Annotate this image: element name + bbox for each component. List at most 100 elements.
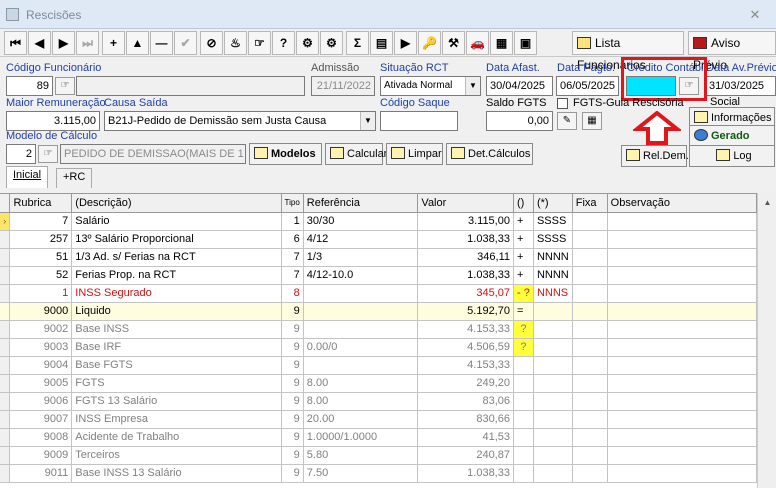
modelo-calculo-input[interactable]: 2 [6,144,36,164]
fixa-cell[interactable] [572,320,608,339]
up-icon[interactable]: ▲ [126,31,149,55]
col-valor[interactable]: Valor [417,194,514,213]
calendar-icon[interactable]: ▦ [490,31,513,55]
valor-cell[interactable]: 346,11 [417,248,514,267]
valor-cell[interactable]: 1.038,33 [417,464,514,483]
chevron-down-icon[interactable]: ▼ [360,112,375,130]
fixa-cell[interactable] [572,212,608,231]
rubrica-cell[interactable]: 52 [9,266,73,285]
table-row[interactable]: 9006 FGTS 13 Salário 9 8.00 83,06 [0,392,757,411]
tab-inicial[interactable]: Inicial [6,166,49,188]
referencia-cell[interactable]: 1.0000/1.0000 [303,428,419,447]
asterisk-cell[interactable] [533,302,573,321]
last-icon[interactable]: ⏭ [76,31,99,55]
rubrica-cell[interactable]: 9003 [9,338,73,357]
fixa-cell[interactable] [572,356,608,375]
rubrica-cell[interactable]: 9007 [9,410,73,429]
referencia-cell[interactable]: 0.00/0 [303,338,419,357]
asterisk-cell[interactable] [533,464,573,483]
observacao-cell[interactable] [607,212,757,231]
tab-rc[interactable]: +RC [56,168,93,188]
gerado-button[interactable]: Gerado [689,125,775,147]
fixa-cell[interactable] [572,392,608,411]
descricao-cell[interactable]: Base IRF [71,338,282,357]
limpar-button[interactable]: Limpar [386,143,443,165]
fgts-guia-checkbox[interactable] [557,98,568,109]
confirm-icon[interactable]: ✔ [174,31,197,55]
referencia-cell[interactable]: 5.80 [303,446,419,465]
add-icon[interactable]: + [102,31,125,55]
fixa-cell[interactable] [572,410,608,429]
prev-icon[interactable]: ◀ [28,31,51,55]
observacao-cell[interactable] [607,392,757,411]
asterisk-cell[interactable] [533,446,573,465]
valor-cell[interactable]: 1.038,33 [417,230,514,249]
export-icon[interactable]: ▶ [394,31,417,55]
valor-cell[interactable]: 830,66 [417,410,514,429]
saldo-fgts-input[interactable]: 0,00 [486,111,553,131]
rubrica-cell[interactable]: 9002 [9,320,73,339]
referencia-cell[interactable] [303,356,419,375]
money-icon[interactable]: ✎ [557,112,577,130]
table-row[interactable]: 9007 INSS Empresa 9 20.00 830,66 [0,410,757,429]
rel-dem-button[interactable]: Rel.Dem. [621,145,689,167]
modelos-button[interactable]: Modelos [249,143,322,165]
paren-cell[interactable] [513,410,534,429]
descricao-cell[interactable]: FGTS [71,374,282,393]
table-row[interactable]: 9009 Terceiros 9 5.80 240,87 [0,446,757,465]
minus-icon[interactable]: — [150,31,173,55]
fixa-cell[interactable] [572,374,608,393]
table-row[interactable]: 1 INSS Segurado 8 345,07- ? NNNS [0,284,757,303]
descricao-cell[interactable]: Ferias Prop. na RCT [71,266,282,285]
col-asterisk[interactable]: (*) [533,194,573,213]
valor-cell[interactable]: 3.115,00 [417,212,514,231]
calendar-icon[interactable]: ▦ [582,112,602,130]
car-icon[interactable]: 🚗 [466,31,489,55]
col-rubrica[interactable]: Rubrica [9,194,73,213]
observacao-cell[interactable] [607,464,757,483]
col-tipo[interactable]: Tipo [281,194,304,213]
asterisk-cell[interactable] [533,392,573,411]
data-pagto-input[interactable]: 06/05/2025 [556,76,619,96]
paren-cell[interactable]: ? [513,320,534,339]
fixa-cell[interactable] [572,284,608,303]
paren-cell[interactable]: + [513,230,534,249]
sum-icon[interactable]: Σ [346,31,369,55]
codigo-funcionario-input[interactable]: 89 [6,76,53,96]
fixa-cell[interactable] [572,464,608,483]
observacao-cell[interactable] [607,284,757,303]
referencia-cell[interactable]: 8.00 [303,374,419,393]
chevron-down-icon[interactable]: ▼ [465,77,480,95]
rubrica-cell[interactable]: 9009 [9,446,73,465]
valor-cell[interactable]: 4.153,33 [417,356,514,375]
scroll-up-icon[interactable]: ▲ [760,195,775,210]
descricao-cell[interactable]: Base INSS [71,320,282,339]
aviso-previo-button[interactable]: Aviso Prévio [688,31,776,72]
situacao-rct-select[interactable]: Ativada Normal ▼ [380,76,481,96]
calcular-button[interactable]: Calcular [325,143,387,165]
descricao-cell[interactable]: Base INSS 13 Salário [71,464,282,483]
data-afast-input[interactable]: 30/04/2025 [486,76,553,96]
lookup-icon[interactable]: ☞ [38,145,58,163]
asterisk-cell[interactable]: SSSS [533,212,573,231]
descricao-cell[interactable]: 1/3 Ad. s/ Ferias na RCT [71,248,282,267]
referencia-cell[interactable]: 4/12-10.0 [303,266,419,285]
window-icon[interactable]: ▣ [514,31,537,55]
tipo-cell[interactable]: 7 [281,266,304,285]
paren-cell[interactable] [513,464,534,483]
rubrica-cell[interactable]: 9004 [9,356,73,375]
hand-icon[interactable]: ☞ [248,31,271,55]
first-icon[interactable]: ⏮ [4,31,27,55]
rubrica-cell[interactable]: 9000 [9,302,73,321]
descricao-cell[interactable]: Salário [71,212,282,231]
help-icon[interactable]: ? [272,31,295,55]
valor-cell[interactable]: 345,07 [417,284,514,303]
fixa-cell[interactable] [572,302,608,321]
referencia-cell[interactable]: 4/12 [303,230,419,249]
referencia-cell[interactable]: 1/3 [303,248,419,267]
close-button[interactable]: ✕ [744,7,766,23]
observacao-cell[interactable] [607,302,757,321]
tipo-cell[interactable]: 9 [281,392,304,411]
observacao-cell[interactable] [607,446,757,465]
descricao-cell[interactable]: INSS Segurado [71,284,282,303]
